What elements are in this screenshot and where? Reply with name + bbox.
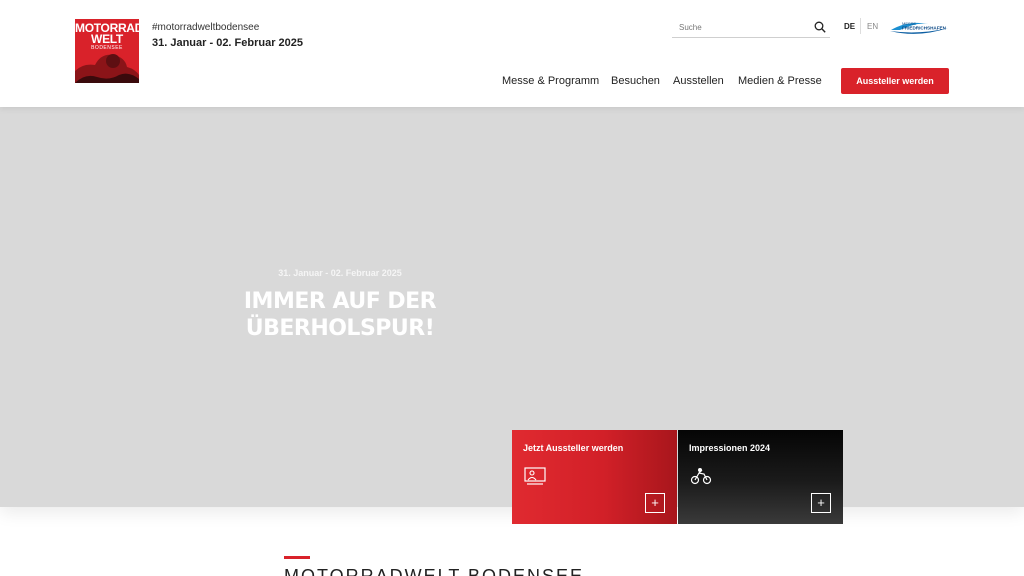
partner-logo-line2: FRIEDRICHSHAFEN xyxy=(902,26,947,31)
language-de[interactable]: DE xyxy=(844,22,855,31)
nav-messe-programm[interactable]: Messe & Programm xyxy=(502,75,599,87)
card-expand-button[interactable]: + xyxy=(645,493,665,513)
card-title: Impressionen 2024 xyxy=(689,443,771,453)
hero-title-line1: IMMER AUF DER xyxy=(243,289,437,314)
hero-title-line2: ÜBERHOLSPUR! xyxy=(245,316,435,341)
hashtag-text: #motorradweltbodensee xyxy=(152,22,260,33)
exhibitor-icon xyxy=(524,467,546,485)
card-impressionen[interactable]: Impressionen 2024 + xyxy=(678,430,843,524)
card-title: Jetzt Aussteller werden xyxy=(523,443,624,453)
card-aussteller-werden[interactable]: Jetzt Aussteller werden + xyxy=(512,430,677,524)
section-accent-bar xyxy=(284,556,310,559)
search-icon[interactable] xyxy=(814,21,826,33)
search-input[interactable] xyxy=(672,18,810,37)
motorcycle-icon xyxy=(690,468,712,485)
site-header: MOTORRAD WELT BODENSEE #motorradweltbode… xyxy=(0,0,1024,107)
nav-besuchen[interactable]: Besuchen xyxy=(611,75,660,87)
event-dates: 31. Januar - 02. Februar 2025 xyxy=(152,37,304,49)
hero-date: 31. Januar - 02. Februar 2025 xyxy=(278,268,402,278)
card-expand-button[interactable]: + xyxy=(811,493,831,513)
logo-rider-graphic xyxy=(75,54,139,83)
section-title: MOTORRADWELT BODENSEE xyxy=(284,566,585,576)
motorradwelt-logo[interactable]: MOTORRAD WELT BODENSEE xyxy=(75,19,139,83)
language-en[interactable]: EN xyxy=(867,22,878,31)
nav-ausstellen[interactable]: Ausstellen xyxy=(673,75,724,87)
messe-friedrichshafen-logo[interactable]: MESSE FRIEDRICHSHAFEN xyxy=(888,18,952,36)
hero-title: IMMER AUF DER ÜBERHOLSPUR! xyxy=(210,288,470,342)
aussteller-werden-button[interactable]: Aussteller werden xyxy=(841,68,949,94)
nav-medien-presse[interactable]: Medien & Presse xyxy=(738,75,822,87)
logo-text-line2: WELT xyxy=(91,32,123,46)
language-divider xyxy=(860,18,861,34)
search-box xyxy=(672,18,830,38)
